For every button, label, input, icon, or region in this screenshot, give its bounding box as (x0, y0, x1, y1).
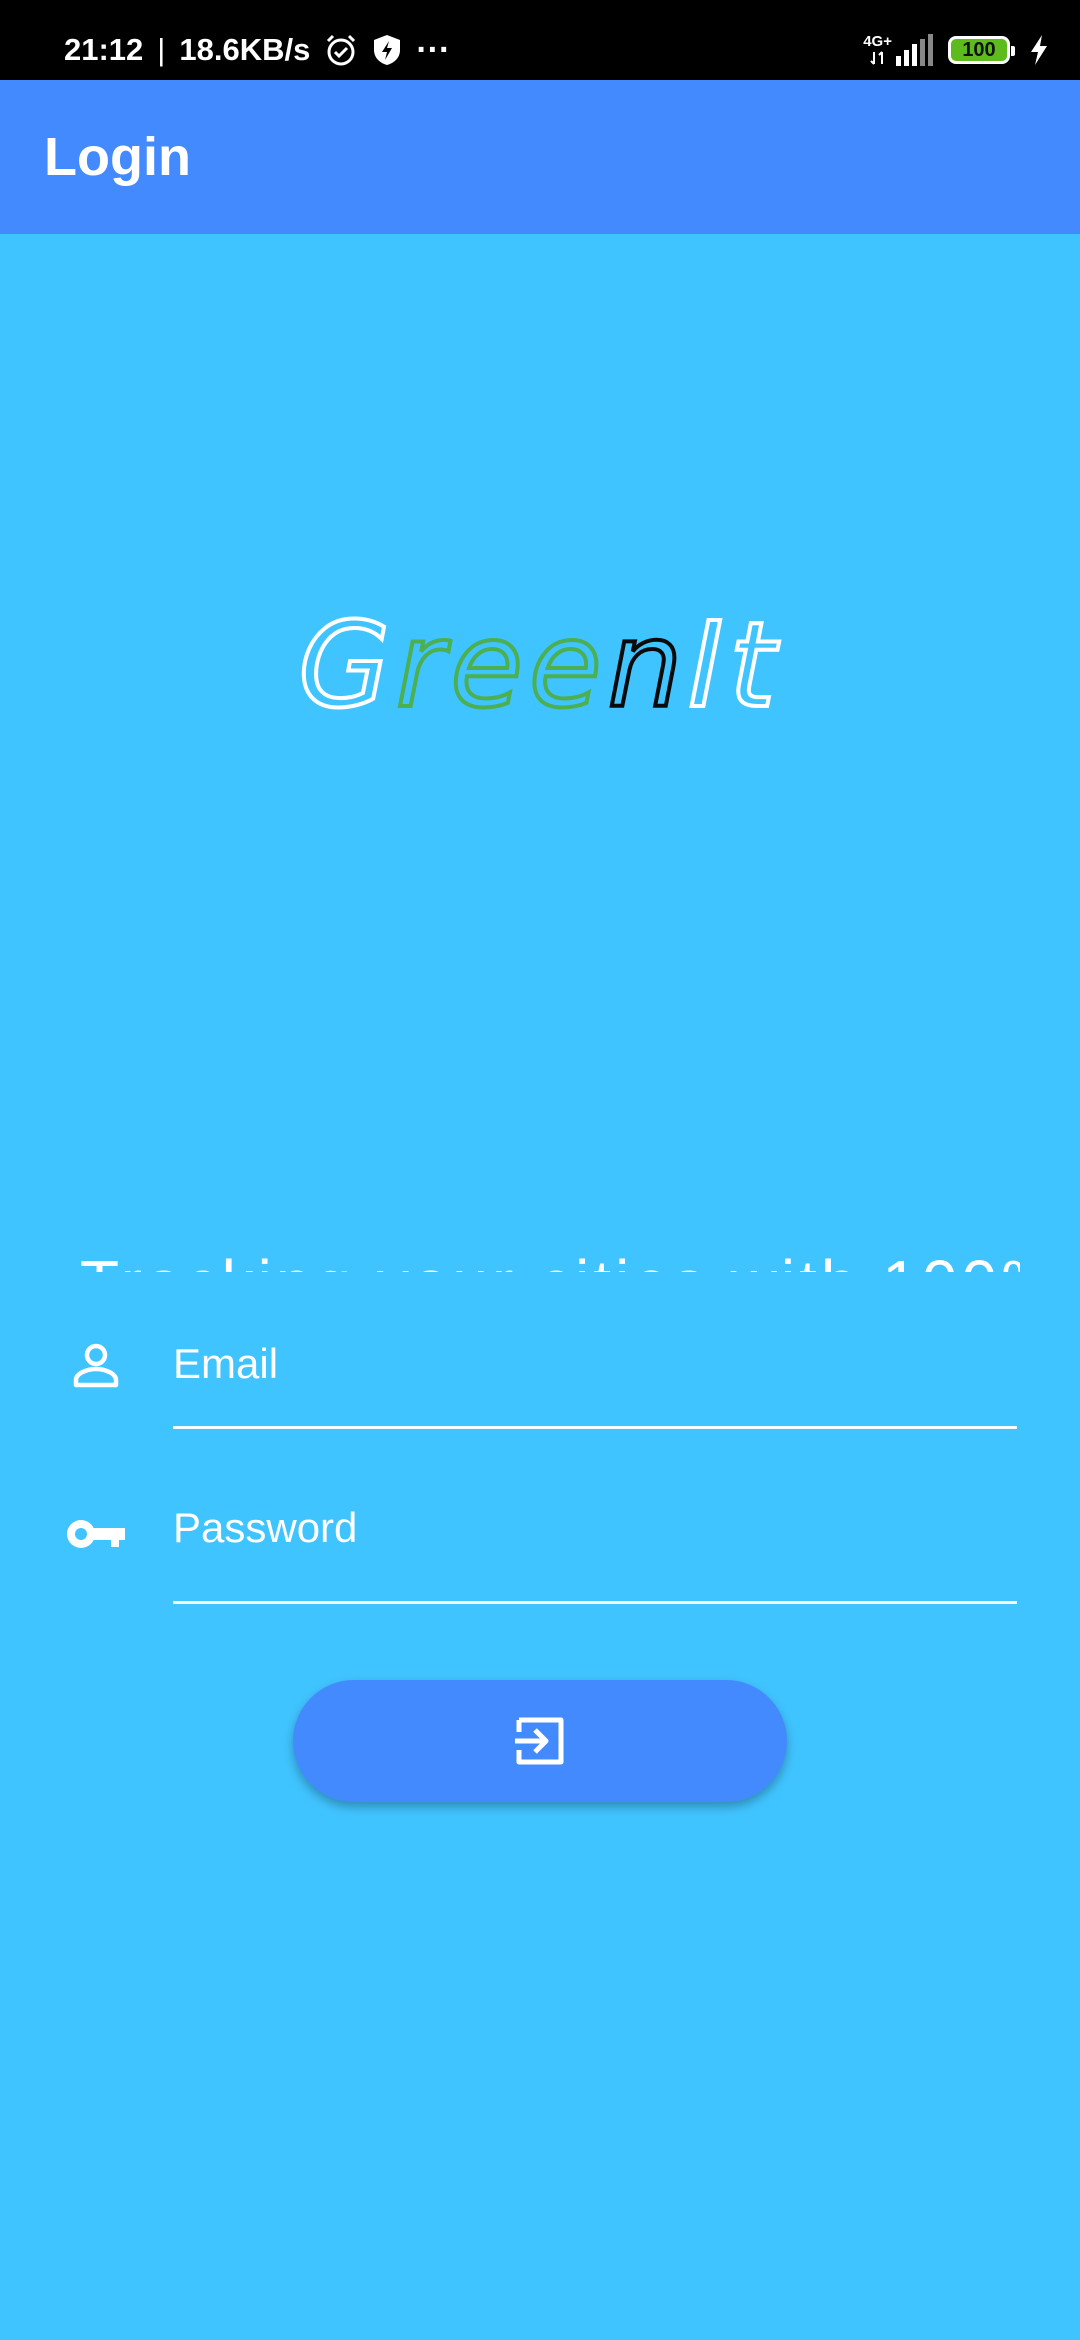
app-bar: Login (0, 80, 1080, 234)
charging-icon (1028, 34, 1050, 66)
status-separator: | (157, 32, 166, 67)
alarm-icon (324, 33, 358, 67)
network-type: 4G+ (863, 33, 892, 50)
tagline: Tracking your cities with 100% (80, 1246, 1020, 1272)
battery-indicator: 100 (948, 36, 1015, 64)
tagline-container: Tracking your cities with 100% (60, 1232, 1020, 1272)
overflow-dots: ··· (416, 30, 451, 69)
shield-icon (372, 33, 402, 67)
logo-part-green: ree (394, 596, 608, 734)
password-field-row (0, 1496, 1080, 1606)
battery-level: 100 (962, 39, 996, 61)
greenit-logo: GreenIt (0, 598, 1080, 732)
login-button[interactable] (293, 1680, 787, 1802)
email-field[interactable] (173, 1334, 1017, 1394)
logo-part-white: G (296, 596, 396, 734)
status-time: 21:12 (64, 32, 144, 67)
password-underline (173, 1601, 1017, 1604)
key-icon (62, 1500, 130, 1568)
email-field-row (0, 1326, 1080, 1436)
logo-part-black: n (606, 596, 689, 734)
logo-part-white-end: It (686, 596, 782, 734)
person-icon (62, 1332, 130, 1400)
signal-icon: 4G+ (863, 34, 936, 66)
login-icon (513, 1714, 567, 1768)
email-underline (173, 1426, 1017, 1429)
password-field[interactable] (173, 1498, 1017, 1558)
status-bar: 21:12 | 18.6KB/s ··· 4G+ 100 (0, 0, 1080, 80)
page-title: Login (44, 127, 191, 187)
network-speed: 18.6KB/s (179, 32, 311, 67)
